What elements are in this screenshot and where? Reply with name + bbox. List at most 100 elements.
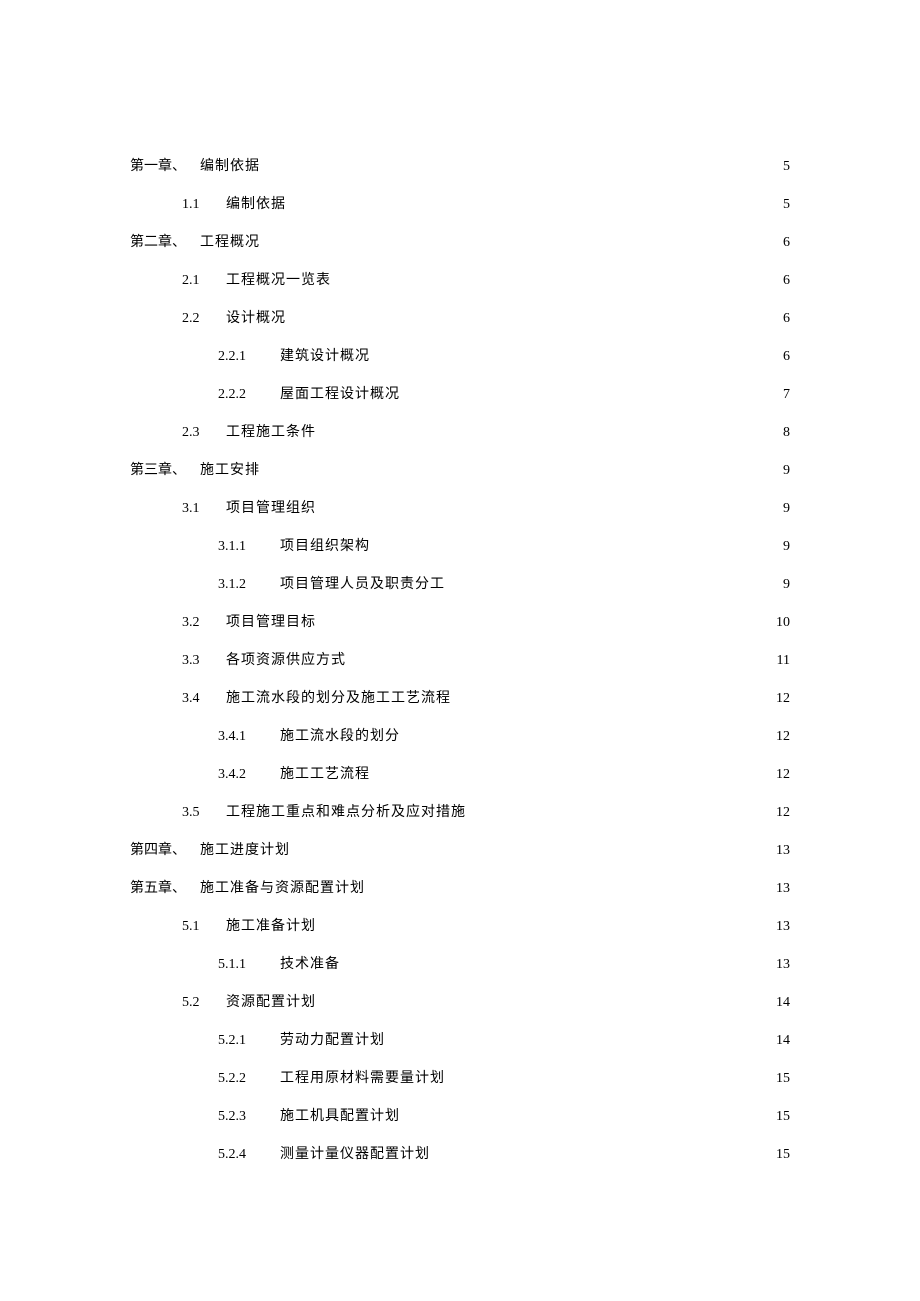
toc-entry-title: 项目管理目标 [226,616,316,630]
toc-entry: 3.5工程施工重点和难点分析及应对措施 12 [130,806,790,820]
toc-entry: 5.2.3施工机具配置计划15 [130,1110,790,1124]
toc-entry-number: 3.3 [182,654,226,668]
toc-entry-number: 5.2.4 [218,1148,280,1162]
toc-entry-page: 7 [783,388,790,402]
toc-entry-page: 11 [777,654,790,668]
toc-entry-number: 5.2 [182,996,226,1010]
toc-entry-number: 3.1 [182,502,226,516]
toc-entry-title: 劳动力配置计划 [280,1034,385,1048]
toc-entry-number: 3.5 [182,806,226,820]
toc-entry-title: 测量计量仪器配置计划 [280,1148,430,1162]
toc-entry: 2.2设计概况 6 [130,312,790,326]
toc-entry-title: 施工安排 [200,464,260,478]
toc-entry-number: 3.1.1 [218,540,280,554]
toc-entry-page: 13 [776,920,790,934]
toc-entry-title: 项目管理人员及职责分工 [280,578,445,592]
toc-entry-page: 6 [783,350,790,364]
toc-entry: 3.3各项资源供应方式 11 [130,654,790,668]
toc-entry-title: 施工准备与资源配置计划 [200,882,365,896]
toc-entry-page: 12 [776,768,790,782]
toc-entry: 2.1工程概况一览表 6 [130,274,790,288]
toc-entry: 5.2.4测量计量仪器配置计划 15 [130,1148,790,1162]
toc-entry-number: 2.2.2 [218,388,280,402]
toc-entry-page: 12 [776,806,790,820]
toc-entry: 3.4施工流水段的划分及施工工艺流程 12 [130,692,790,706]
toc-entry-page: 9 [783,578,790,592]
toc-entry-title: 资源配置计划 [226,996,316,1010]
toc-entry-number: 2.2 [182,312,226,326]
toc-entry-number: 第五章、 [130,882,200,896]
toc-entry-page: 14 [776,996,790,1010]
toc-entry-page: 5 [783,160,790,174]
toc-entry-page: 12 [776,692,790,706]
toc-entry: 3.4.1施工流水段的划分12 [130,730,790,744]
toc-entry-page: 6 [783,236,790,250]
toc-entry-number: 第二章、 [130,236,200,250]
toc-entry-title: 编制依据 [226,198,286,212]
toc-entry-title: 建筑设计概况 [280,350,370,364]
toc-entry: 3.2项目管理目标 10 [130,616,790,630]
toc-entry: 第三章、施工安排9 [130,464,790,478]
toc-entry-page: 12 [776,730,790,744]
toc-entry-number: 3.1.2 [218,578,280,592]
toc-entry-page: 15 [776,1110,790,1124]
toc-entry: 第四章、施工进度计划 13 [130,844,790,858]
toc-entry-title: 施工准备计划 [226,920,316,934]
toc-entry-number: 第一章、 [130,160,200,174]
toc-entry-page: 5 [783,198,790,212]
toc-entry: 1.1编制依据 5 [130,198,790,212]
toc-entry-title: 施工进度计划 [200,844,290,858]
toc-entry-page: 15 [776,1148,790,1162]
toc-entry-title: 工程施工重点和难点分析及应对措施 [226,806,466,820]
toc-entry-page: 14 [776,1034,790,1048]
toc-entry-page: 6 [783,274,790,288]
toc-entry-title: 工程用原材料需要量计划 [280,1072,445,1086]
toc-entry-title: 各项资源供应方式 [226,654,346,668]
toc-entry-number: 第四章、 [130,844,200,858]
toc-entry-title: 编制依据 [200,160,260,174]
toc-entry-page: 9 [783,502,790,516]
toc-entry-number: 5.2.3 [218,1110,280,1124]
toc-entry-page: 8 [783,426,790,440]
toc-entry-page: 13 [776,882,790,896]
toc-entry-page: 6 [783,312,790,326]
toc-entry-page: 13 [776,958,790,972]
toc-entry: 第五章、施工准备与资源配置计划 13 [130,882,790,896]
toc-entry-number: 3.2 [182,616,226,630]
toc-entry-title: 屋面工程设计概况 [280,388,400,402]
toc-entry: 第二章、工程概况 6 [130,236,790,250]
toc-entry-title: 施工流水段的划分及施工工艺流程 [226,692,451,706]
toc-entry: 3.1.2项目管理人员及职责分工 9 [130,578,790,592]
toc-entry-title: 技术准备 [280,958,340,972]
toc-entry-title: 工程概况一览表 [226,274,331,288]
toc-entry: 2.2.2屋面工程设计概况 7 [130,388,790,402]
toc-entry-number: 2.2.1 [218,350,280,364]
toc-entry-number: 5.1 [182,920,226,934]
toc-entry: 3.4.2施工工艺流程 12 [130,768,790,782]
toc-entry-number: 3.4 [182,692,226,706]
toc-entry-number: 2.3 [182,426,226,440]
toc-entry-title: 工程施工条件 [226,426,316,440]
toc-entry-title: 工程概况 [200,236,260,250]
toc-entry: 2.3工程施工条件 8 [130,426,790,440]
toc-entry: 5.1.1技术准备 13 [130,958,790,972]
toc-entry-title: 设计概况 [226,312,286,326]
toc-entry-number: 5.2.2 [218,1072,280,1086]
toc-entry-number: 1.1 [182,198,226,212]
table-of-contents: 第一章、编制依据51.1编制依据5第二章、工程概况62.1工程概况一览表62.2… [130,160,790,1162]
toc-entry-page: 9 [783,464,790,478]
toc-entry: 5.2.2工程用原材料需要量计划 15 [130,1072,790,1086]
toc-entry-number: 5.1.1 [218,958,280,972]
toc-entry-title: 项目组织架构 [280,540,370,554]
document-page: 第一章、编制依据51.1编制依据5第二章、工程概况62.1工程概况一览表62.2… [0,0,920,1301]
toc-entry-number: 3.4.2 [218,768,280,782]
toc-entry-number: 2.1 [182,274,226,288]
toc-entry: 5.2资源配置计划 14 [130,996,790,1010]
toc-entry: 2.2.1建筑设计概况 6 [130,350,790,364]
toc-entry-title: 施工工艺流程 [280,768,370,782]
toc-entry-page: 10 [776,616,790,630]
toc-entry-number: 5.2.1 [218,1034,280,1048]
toc-entry-number: 3.4.1 [218,730,280,744]
toc-entry-page: 15 [776,1072,790,1086]
toc-entry-page: 13 [776,844,790,858]
